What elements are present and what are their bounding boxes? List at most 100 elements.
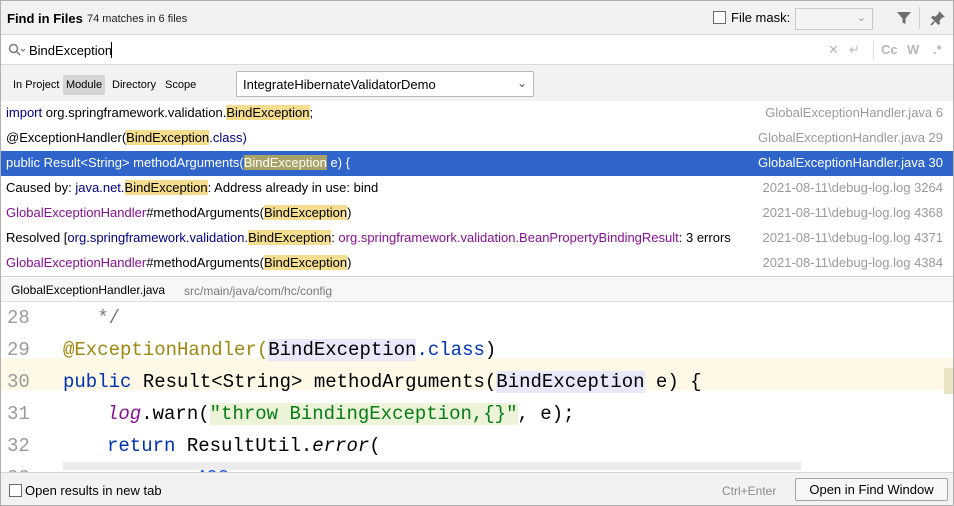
regex-toggle[interactable]: .* (933, 42, 942, 57)
result-text-segment: java.net. (75, 180, 125, 195)
result-text-segment: .class) (209, 130, 247, 145)
new-line-icon[interactable]: ↵ (849, 42, 860, 58)
code-token: ( (369, 435, 381, 457)
scroll-marker (944, 368, 953, 394)
code-line: log.warn("throw BindingException,{}", e)… (107, 398, 575, 430)
result-text: import org.springframework.validation.Bi… (6, 105, 313, 120)
code-line: return ResultUtil.error( (107, 430, 381, 462)
tab-module[interactable]: Module (63, 75, 106, 95)
code-line: public Result<String> methodArguments(Bi… (63, 366, 702, 398)
match-highlight: BindException (126, 130, 210, 145)
results-list: import org.springframework.validation.Bi… (1, 101, 953, 277)
match-highlight: BindException (263, 205, 348, 220)
code-token: @ExceptionHandler( (63, 339, 269, 361)
result-text-segment: @ExceptionHandler( (6, 130, 127, 145)
preview-file-name: GlobalExceptionHandler.java (11, 283, 166, 297)
result-text-segment: e) { (326, 155, 350, 170)
result-text-segment: #methodArguments( (146, 255, 264, 270)
code-token: return (107, 435, 187, 457)
result-text-segment: #methodArguments( (146, 205, 264, 220)
code-token: BindException (268, 339, 417, 361)
search-input[interactable] (29, 41, 529, 59)
match-case-toggle[interactable]: Cc (881, 42, 898, 57)
search-bar: ✕ ↵ Cc W .* (1, 35, 953, 65)
result-text: GlobalExceptionHandler#methodArguments(B… (6, 255, 351, 270)
line-number: 32 (7, 435, 30, 457)
chevron-down-icon: ⌄ (856, 12, 866, 24)
result-location: GlobalExceptionHandler.java 29 (757, 130, 943, 145)
match-highlight: BindException (248, 230, 332, 245)
result-text-segment: import (6, 105, 43, 120)
pin-icon[interactable] (929, 9, 947, 27)
text-caret (111, 42, 112, 58)
shortcut-hint: Ctrl+Enter (722, 484, 777, 498)
result-row[interactable]: import org.springframework.validation.Bi… (1, 101, 953, 126)
file-mask-checkbox[interactable] (713, 11, 726, 24)
code-token: log (107, 403, 142, 425)
open-in-find-window-button[interactable]: Open in Find Window (795, 478, 948, 501)
result-text-segment: org.springframework.validation.BeanPrope… (338, 230, 679, 245)
result-text: GlobalExceptionHandler#methodArguments(B… (6, 205, 351, 220)
preview-path-bar: GlobalExceptionHandler.java src/main/jav… (1, 278, 953, 302)
line-number: 30 (7, 371, 30, 393)
code-token: .class (416, 339, 485, 361)
tab-in-project[interactable]: In Project (10, 75, 62, 95)
match-highlight: BindException (124, 180, 208, 195)
line-number: 28 (7, 307, 30, 329)
code-line: */ (63, 302, 120, 334)
clear-search-icon[interactable]: ✕ (828, 42, 839, 58)
code-token: public (63, 371, 143, 393)
find-in-files-dialog: Find in Files 74 matches in 6 files File… (0, 0, 954, 506)
result-text-segment: public Result<String> methodArguments( (6, 155, 244, 170)
line-number: 33 (7, 462, 47, 472)
result-text: public Result<String> methodArguments(Bi… (6, 155, 350, 170)
dialog-header: Find in Files 74 matches in 6 files File… (1, 1, 953, 35)
module-select[interactable]: IntegrateHibernateValidatorDemo ⌄ (236, 71, 534, 97)
toolbar-divider (919, 7, 920, 29)
result-row[interactable]: @ExceptionHandler(BindException.class) Gl… (1, 126, 953, 151)
dialog-title: Find in Files (7, 11, 83, 26)
result-text: Caused by: java.net.BindException: Addre… (6, 180, 378, 195)
code-token: ResultUtil. (186, 435, 313, 457)
open-new-tab-checkbox[interactable] (9, 484, 22, 497)
search-icon[interactable] (8, 43, 26, 57)
result-text: @ExceptionHandler(BindException.class) (6, 130, 247, 145)
horizontal-scrollbar[interactable] (63, 462, 801, 470)
result-row[interactable]: GlobalExceptionHandler#methodArguments(B… (1, 251, 953, 276)
tab-directory[interactable]: Directory (109, 75, 159, 95)
match-highlight: BindException (263, 255, 348, 270)
result-row[interactable]: GlobalExceptionHandler#methodArguments(B… (1, 201, 953, 226)
result-text-segment: : Address already in use: bind (207, 180, 379, 195)
result-row[interactable]: Resolved [org.springframework.validation… (1, 226, 953, 251)
match-highlight: BindException (226, 105, 310, 120)
file-mask-select[interactable]: ⌄ (795, 8, 873, 30)
code-token: ) (484, 339, 497, 361)
result-location: 2021-08-11\debug-log.log 4368 (762, 205, 943, 220)
result-text-segment: ) (347, 255, 352, 270)
result-text-segment: org.springframework.validation. (67, 230, 249, 245)
open-new-tab-label[interactable]: Open results in new tab (25, 483, 162, 498)
chevron-down-icon: ⌄ (516, 76, 527, 90)
code-preview[interactable]: 28 */ 29 @ExceptionHandler(BindException.c… (1, 302, 953, 472)
result-location: 2021-08-11\debug-log.log 4371 (762, 230, 943, 245)
result-text-segment: ) (347, 205, 352, 220)
code-token: "throw BindingException,{}" (209, 403, 518, 425)
filter-icon[interactable] (895, 9, 913, 27)
file-mask-label[interactable]: File mask: (731, 10, 790, 25)
result-location: 2021-08-11\debug-log.log 3264 (762, 180, 943, 195)
scope-bar: In Project Module Directory Scope Integr… (1, 65, 953, 101)
dialog-footer: Open results in new tab Ctrl+Enter Open … (1, 472, 953, 505)
result-row[interactable]: public Result<String> methodArguments(Bi… (1, 151, 953, 176)
preview-file-path: src/main/java/com/hc/config (184, 284, 333, 298)
tab-scope[interactable]: Scope (162, 75, 199, 95)
code-token: , e); (517, 403, 575, 425)
code-token: .warn( (141, 403, 210, 425)
result-location: GlobalExceptionHandler.java 30 (757, 155, 943, 170)
result-text-segment: GlobalExceptionHandler (6, 205, 147, 220)
line-number: 29 (7, 339, 30, 361)
result-row[interactable]: Caused by: java.net.BindException: Addre… (1, 176, 953, 201)
whole-words-toggle[interactable]: W (907, 42, 919, 57)
code-token: */ (63, 307, 121, 329)
result-text-segment: Caused by: (6, 180, 76, 195)
result-text-segment: org.springframework.validation. (42, 105, 227, 120)
